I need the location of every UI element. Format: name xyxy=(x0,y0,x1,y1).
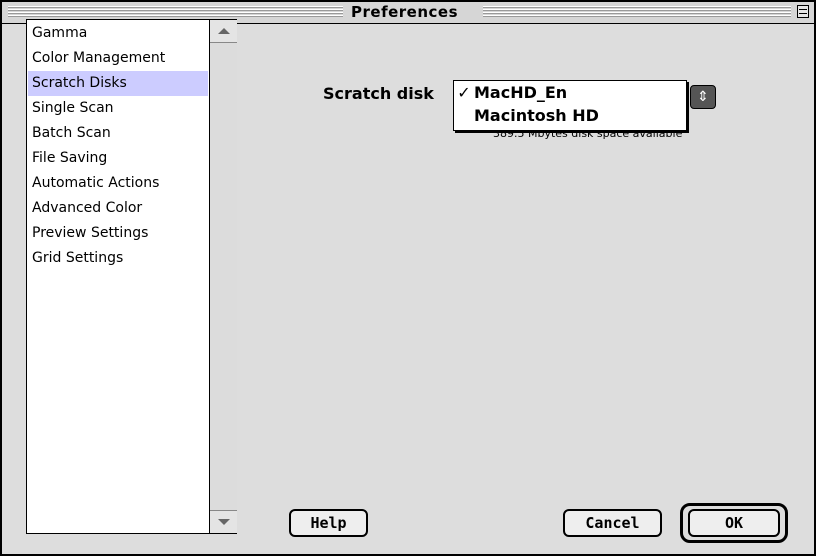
category-list[interactable]: Gamma Color Management Scratch Disks Sin… xyxy=(26,19,237,534)
list-item-automatic-actions[interactable]: Automatic Actions xyxy=(28,171,208,196)
menu-item-label: Macintosh HD xyxy=(474,106,599,125)
list-item-color-management[interactable]: Color Management xyxy=(28,46,208,71)
list-item-grid-settings[interactable]: Grid Settings xyxy=(28,246,208,271)
title-stripes-right xyxy=(483,6,791,18)
title-stripes-left xyxy=(8,6,343,18)
ok-button[interactable]: OK xyxy=(688,509,780,537)
list-scrollbar[interactable] xyxy=(209,20,237,533)
scroll-up-arrow-icon[interactable] xyxy=(210,20,237,43)
list-item-scratch-disks[interactable]: Scratch Disks xyxy=(28,71,208,96)
scroll-down-arrow-icon[interactable] xyxy=(210,510,237,533)
scratch-disk-popup-menu[interactable]: ✓ MacHD_En Macintosh HD xyxy=(453,80,687,131)
list-item-batch-scan[interactable]: Batch Scan xyxy=(28,121,208,146)
menu-item-label: MacHD_En xyxy=(474,83,568,102)
collapse-box-icon[interactable] xyxy=(797,5,809,18)
list-item-single-scan[interactable]: Single Scan xyxy=(28,96,208,121)
list-item-file-saving[interactable]: File Saving xyxy=(28,146,208,171)
list-item-gamma[interactable]: Gamma xyxy=(28,21,208,46)
menu-item-machd-en[interactable]: ✓ MacHD_En xyxy=(454,82,567,104)
list-item-advanced-color[interactable]: Advanced Color xyxy=(28,196,208,221)
window-title: Preferences xyxy=(351,3,459,21)
cancel-button[interactable]: Cancel xyxy=(563,509,662,537)
disk-space-info: 389.5 Mbytes disk space available xyxy=(493,131,683,140)
help-button[interactable]: Help xyxy=(289,509,368,537)
scratch-disk-label: Scratch disk xyxy=(323,84,434,103)
popup-arrows-icon[interactable]: ⇕ xyxy=(690,85,716,109)
menu-item-macintosh-hd[interactable]: Macintosh HD xyxy=(454,105,599,127)
checkmark-icon: ✓ xyxy=(457,83,471,102)
list-item-preview-settings[interactable]: Preview Settings xyxy=(28,221,208,246)
